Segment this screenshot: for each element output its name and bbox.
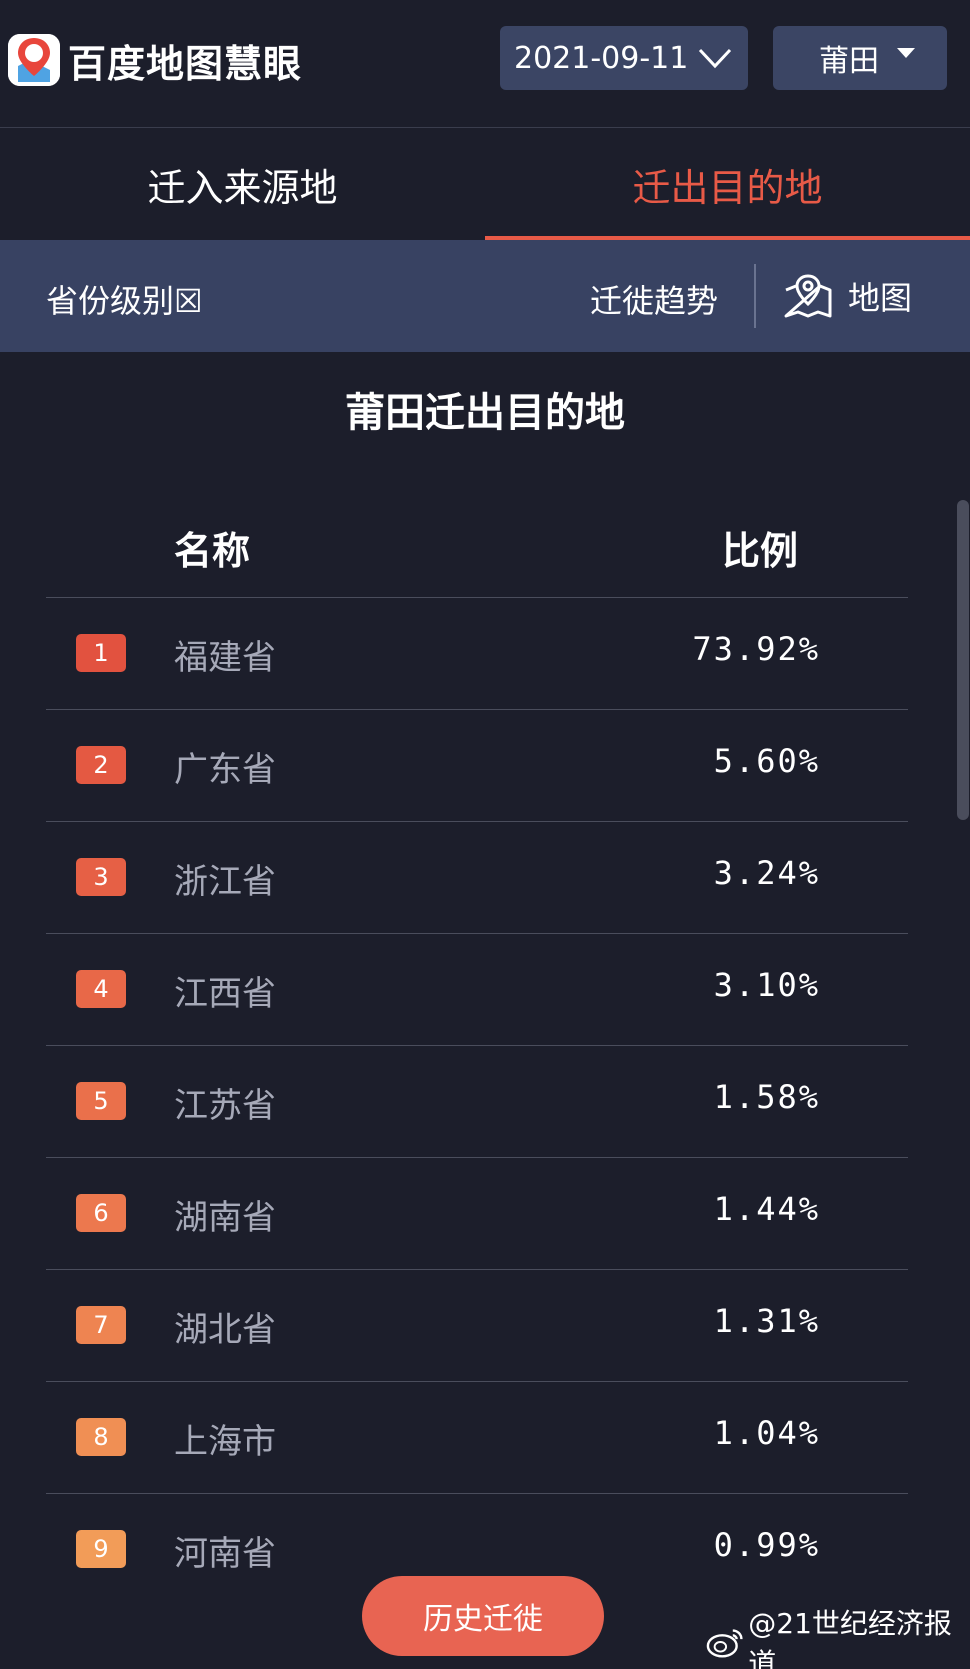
tab-inbound[interactable]: 迁入来源地 (0, 128, 485, 240)
destination-table: 名称 比例 1 福建省 73.92% 2 广东省 5.60% 3 浙江省 3.24% 4 江西省 3.… (46, 500, 908, 1606)
direction-tabs: 迁入来源地 迁出目的地 (0, 128, 970, 240)
brand-name: 百度地图慧眼 (68, 41, 303, 86)
watermark: @21世纪经济报道 (706, 1607, 970, 1669)
province-name: 上海市 (174, 1422, 276, 1462)
table-row[interactable]: 3 浙江省 3.24% (46, 822, 908, 934)
city-value: 莆田 (819, 44, 879, 79)
baidu-map-logo-icon (8, 34, 60, 86)
rank-badge: 1 (76, 634, 126, 672)
column-header-name: 名称 (174, 529, 251, 573)
rank-badge: 7 (76, 1306, 126, 1344)
table-row[interactable]: 5 江苏省 1.58% (46, 1046, 908, 1158)
province-name: 江苏省 (174, 1086, 276, 1126)
ratio-value: 73.92% (692, 630, 820, 668)
table-row[interactable]: 4 江西省 3.10% (46, 934, 908, 1046)
province-name: 湖南省 (174, 1198, 276, 1238)
ratio-value: 1.31% (713, 1302, 820, 1340)
watermark-text: @21世纪经济报道 (748, 1607, 952, 1669)
table-header: 名称 比例 (46, 500, 908, 598)
ratio-value: 1.44% (713, 1190, 820, 1228)
app-header: 百度地图慧眼 2021-09-11 莆田 (0, 0, 970, 128)
province-name: 浙江省 (174, 862, 276, 902)
chevron-down-icon (698, 48, 732, 69)
brand-logo[interactable]: 百度地图慧眼 (8, 34, 302, 86)
province-level-filter[interactable]: 省份级别☒ (46, 276, 203, 322)
migration-trend-button[interactable]: 迁徙趋势 (590, 276, 718, 322)
rank-badge: 2 (76, 746, 126, 784)
table-row[interactable]: 1 福建省 73.92% (46, 598, 908, 710)
rank-badge: 4 (76, 970, 126, 1008)
table-row[interactable]: 6 湖南省 1.44% (46, 1158, 908, 1270)
province-name: 福建省 (174, 638, 276, 678)
ratio-value: 1.04% (713, 1414, 820, 1452)
ratio-value: 1.58% (713, 1078, 820, 1116)
province-name: 江西省 (174, 974, 276, 1014)
rank-badge: 9 (76, 1530, 126, 1568)
province-name: 河南省 (174, 1534, 276, 1574)
city-select[interactable]: 莆田 (773, 26, 947, 90)
ratio-value: 3.10% (713, 966, 820, 1004)
table-row[interactable]: 2 广东省 5.60% (46, 710, 908, 822)
date-value: 2021-09-11 (514, 40, 689, 76)
rank-badge: 3 (76, 858, 126, 896)
rank-badge: 8 (76, 1418, 126, 1456)
divider (754, 264, 756, 328)
map-label: 地图 (848, 279, 913, 317)
rank-badge: 6 (76, 1194, 126, 1232)
scrollbar[interactable] (957, 500, 969, 820)
date-select[interactable]: 2021-09-11 (500, 26, 748, 90)
map-button[interactable]: 地图 (782, 266, 912, 326)
filter-bar: 省份级别☒ 迁徙趋势 地图 (0, 240, 970, 352)
table-row[interactable]: 7 湖北省 1.31% (46, 1270, 908, 1382)
weibo-icon (706, 1629, 743, 1658)
ratio-value: 0.99% (713, 1526, 820, 1564)
caret-down-icon (897, 48, 915, 58)
rank-badge: 5 (76, 1082, 126, 1120)
ratio-value: 5.60% (713, 742, 820, 780)
map-icon (784, 274, 832, 318)
province-name: 广东省 (174, 750, 276, 790)
page-title: 莆田迁出目的地 (345, 390, 625, 436)
ratio-value: 3.24% (713, 854, 820, 892)
tab-outbound[interactable]: 迁出目的地 (485, 128, 970, 240)
table-row[interactable]: 8 上海市 1.04% (46, 1382, 908, 1494)
history-migration-button[interactable]: 历史迁徙 (362, 1576, 604, 1656)
column-header-ratio: 比例 (722, 529, 799, 573)
province-name: 湖北省 (174, 1310, 276, 1350)
